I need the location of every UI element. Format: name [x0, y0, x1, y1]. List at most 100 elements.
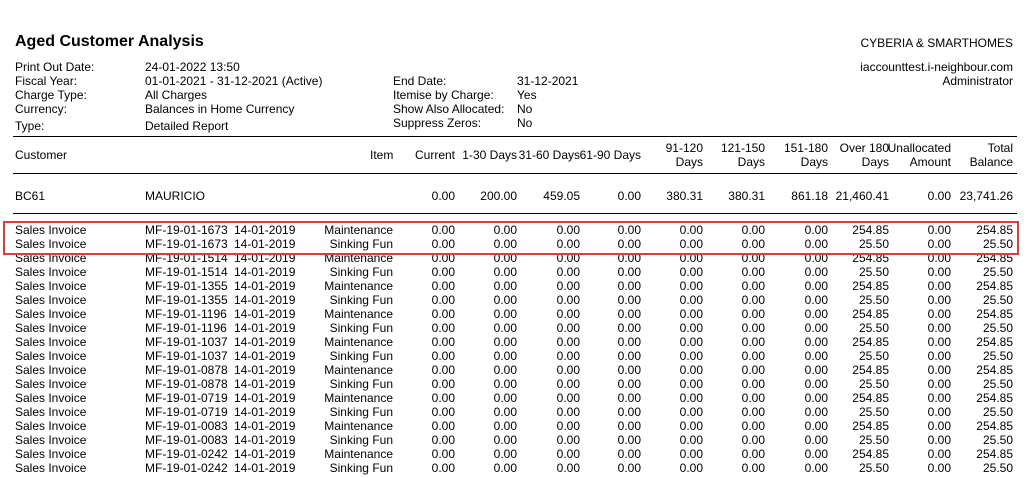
cell-61-90: 0.00	[617, 447, 641, 461]
cell-unallocated: 0.00	[927, 377, 951, 391]
cell-91-120: 0.00	[679, 405, 703, 419]
cell-121-150: 0.00	[741, 363, 765, 377]
cell-date: 14-01-2019	[234, 363, 296, 377]
cell-date: 14-01-2019	[234, 335, 296, 349]
cell-31-60: 459.05	[543, 189, 580, 203]
cell-unallocated: 0.00	[927, 321, 951, 335]
cell-31-60: 0.00	[556, 377, 580, 391]
cell-ref: MF-19-01-1355	[145, 279, 228, 293]
cell-over-180: 254.85	[852, 279, 889, 293]
cell-ref: MF-19-01-0719	[145, 391, 228, 405]
cell-ref: MF-19-01-0242	[145, 461, 228, 475]
cell-1-30: 0.00	[493, 447, 517, 461]
cell-type: Sales Invoice	[15, 419, 87, 433]
cell-over-180: 254.85	[852, 447, 889, 461]
table-row: Sales Invoice MF-19-01-0719 14-01-2019 Main…	[0, 391, 1027, 405]
cell-31-60: 0.00	[556, 461, 580, 475]
cell-ref: MF-19-01-0242	[145, 447, 228, 461]
cell-91-120: 0.00	[679, 447, 703, 461]
cell-91-120: 0.00	[679, 335, 703, 349]
cell-31-60: 0.00	[556, 433, 580, 447]
cell-151-180: 0.00	[804, 391, 828, 405]
cell-unallocated: 0.00	[927, 433, 951, 447]
cell-current: 0.00	[431, 321, 455, 335]
cell-current: 0.00	[431, 433, 455, 447]
meta-value: No	[517, 102, 533, 116]
cell-91-120: 0.00	[679, 433, 703, 447]
cell-151-180: 0.00	[804, 349, 828, 363]
cell-total: 25.50	[982, 433, 1013, 447]
cell-ref: MF-19-01-0719	[145, 405, 228, 419]
cell-type: Sales Invoice	[15, 293, 87, 307]
cell-91-120: 0.00	[679, 293, 703, 307]
cell-unallocated: 0.00	[927, 447, 951, 461]
cell-date: 14-01-2019	[234, 349, 296, 363]
cell-total: 254.85	[976, 447, 1013, 461]
cell-1-30: 0.00	[493, 335, 517, 349]
col-over-180: Over 180	[839, 141, 889, 155]
cell-31-60: 0.00	[556, 363, 580, 377]
col-unallocated: Unallocated	[887, 141, 951, 155]
cell-61-90: 0.00	[617, 321, 641, 335]
cell-61-90: 0.00	[617, 419, 641, 433]
cell-item: Maintenance	[324, 391, 393, 405]
cell-over-180: 254.85	[852, 307, 889, 321]
meta-label: Itemise by Charge:	[393, 88, 494, 102]
table-row: Sales Invoice MF-19-01-1514 14-01-2019 Sink…	[0, 265, 1027, 279]
cell-total: 25.50	[982, 405, 1013, 419]
cell-151-180: 0.00	[804, 419, 828, 433]
cell-ref: MF-19-01-1037	[145, 335, 228, 349]
cell-item: Maintenance	[324, 307, 393, 321]
cell-151-180: 0.00	[804, 279, 828, 293]
cell-121-150: 0.00	[741, 293, 765, 307]
meta-value: Detailed Report	[145, 119, 229, 133]
cell-91-120: 0.00	[679, 279, 703, 293]
cell-61-90: 0.00	[617, 391, 641, 405]
cell-unallocated: 0.00	[927, 189, 951, 203]
cell-date: 14-01-2019	[234, 433, 296, 447]
cell-31-60: 0.00	[556, 419, 580, 433]
meta-value: 31-12-2021	[517, 74, 579, 88]
col-61-90: 61-90 Days	[579, 148, 641, 162]
cell-total: 254.85	[976, 279, 1013, 293]
table-row: Sales Invoice MF-19-01-1037 14-01-2019 Sink…	[0, 349, 1027, 363]
meta-value: No	[517, 116, 533, 130]
cell-unallocated: 0.00	[927, 307, 951, 321]
table-row: Sales Invoice MF-19-01-0242 14-01-2019 Main…	[0, 447, 1027, 461]
cell-151-180: 0.00	[804, 433, 828, 447]
cell-31-60: 0.00	[556, 391, 580, 405]
meta-label: Show Also Allocated:	[393, 102, 505, 116]
cell-1-30: 0.00	[493, 279, 517, 293]
cell-61-90: 0.00	[617, 363, 641, 377]
cell-type: Sales Invoice	[15, 335, 87, 349]
table-row: Sales Invoice MF-19-01-0083 14-01-2019 Sink…	[0, 433, 1027, 447]
table-row: Sales Invoice MF-19-01-1196 14-01-2019 Sink…	[0, 321, 1027, 335]
cell-121-150: 0.00	[741, 349, 765, 363]
cell-31-60: 0.00	[556, 279, 580, 293]
cell-total: 25.50	[982, 349, 1013, 363]
divider	[13, 173, 1017, 174]
cell-unallocated: 0.00	[927, 265, 951, 279]
cell-61-90: 0.00	[617, 377, 641, 391]
meta-value: Balances in Home Currency	[145, 102, 295, 116]
cell-151-180: 0.00	[804, 447, 828, 461]
cell-type: Sales Invoice	[15, 447, 87, 461]
cell-91-120: 0.00	[679, 391, 703, 405]
cell-item: Sinking Fun	[329, 377, 393, 391]
cell-item: Maintenance	[324, 363, 393, 377]
cell-total: 23,741.26	[959, 189, 1013, 203]
cell-151-180: 861.18	[791, 189, 828, 203]
cell-current: 0.00	[431, 391, 455, 405]
cell-ref: MF-19-01-1037	[145, 349, 228, 363]
cell-151-180: 0.00	[804, 405, 828, 419]
cell-91-120: 0.00	[679, 377, 703, 391]
user-role: Administrator	[942, 74, 1013, 88]
cell-121-150: 0.00	[741, 419, 765, 433]
cell-151-180: 0.00	[804, 461, 828, 475]
cell-item: Sinking Fun	[329, 293, 393, 307]
meta-value: Yes	[517, 88, 537, 102]
table-row: Sales Invoice MF-19-01-1196 14-01-2019 Main…	[0, 307, 1027, 321]
cell-61-90: 0.00	[617, 293, 641, 307]
cell-61-90: 0.00	[617, 335, 641, 349]
cell-unallocated: 0.00	[927, 349, 951, 363]
